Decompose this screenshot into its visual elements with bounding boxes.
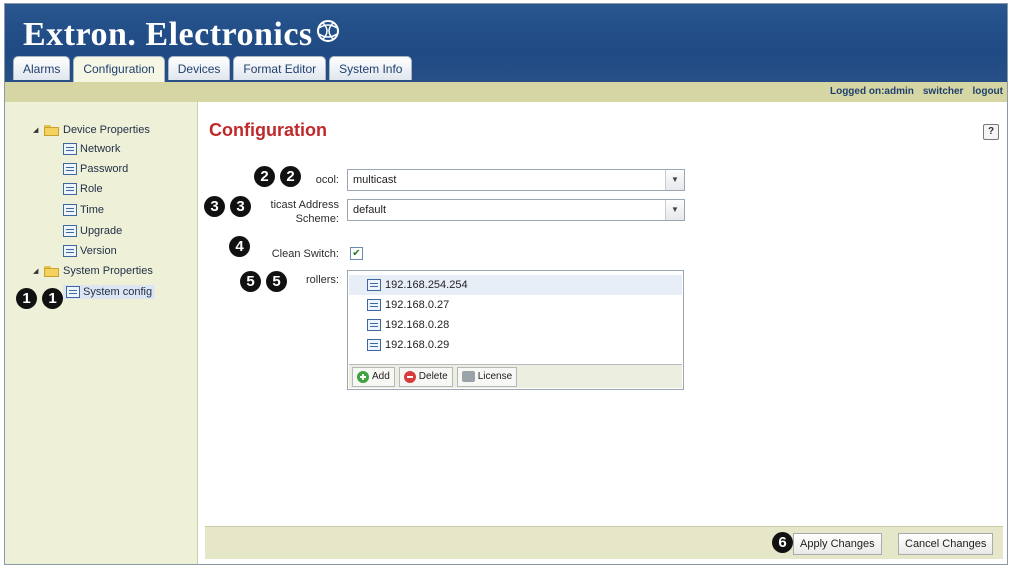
page-icon [367,319,381,331]
page-title: Configuration [209,120,327,140]
expand-arrow-icon: ◢ [33,268,39,275]
callout-3: 3 [230,196,251,217]
header-banner: Extron. Electronics Alarms Configuration… [5,4,1007,82]
protocol-select[interactable]: multicast ▼ [347,169,685,191]
tab-configuration[interactable]: Configuration [73,56,165,82]
callout-3: 3 [204,196,225,217]
delete-button[interactable]: Delete [398,366,453,387]
sidebar-item-role[interactable]: Role [63,183,103,195]
tree-node-system-properties[interactable]: ◢ System Properties [33,265,153,277]
cancel-changes-button[interactable]: Cancel Changes [898,533,994,555]
page-icon [63,225,77,237]
tab-format-editor[interactable]: Format Editor [233,56,327,80]
extron-globe-icon [316,20,339,42]
tab-devices[interactable]: Devices [167,56,231,80]
tab-system-info[interactable]: System Info [329,56,413,80]
callout-5: 5 [240,271,261,292]
callout-2: 2 [254,166,275,187]
page-icon [63,143,77,155]
sidebar-item-upgrade[interactable]: Upgrade [63,225,122,237]
page-icon [367,299,381,311]
sidebar-item-version[interactable]: Version [63,245,117,257]
multicast-scheme-select[interactable]: default ▼ [347,199,685,221]
clean-switch-label: Clean Switch: [271,248,339,260]
logout-link[interactable]: logout [972,86,1003,97]
callout-1: 1 [16,288,37,309]
folder-icon [44,124,60,136]
app-window: Extron. Electronics Alarms Configuration… [4,3,1008,565]
main-tabs: Alarms Configuration Devices Format Edit… [13,56,413,82]
expand-arrow-icon: ◢ [33,127,39,134]
controllers-list[interactable]: 192.168.254.254 192.168.0.27 192.168.0.2… [347,270,684,390]
clean-switch-checkbox[interactable]: ✔ [350,247,363,260]
page-icon [367,339,381,351]
page-icon [367,279,381,291]
chevron-down-icon[interactable]: ▼ [665,200,684,220]
callout-4: 4 [229,236,250,257]
sidebar-item-time[interactable]: Time [63,204,104,216]
device-name: switcher [922,86,964,97]
list-item[interactable]: 192.168.0.29 [349,335,682,355]
folder-icon [44,265,60,277]
list-item[interactable]: 192.168.0.27 [349,295,682,315]
add-button[interactable]: Add [352,366,395,387]
callout-6: 6 [772,532,793,553]
apply-changes-button[interactable]: Apply Changes [793,533,882,555]
list-item[interactable]: 192.168.254.254 [349,275,682,295]
license-icon [461,371,475,382]
sidebar-item-network[interactable]: Network [63,143,120,155]
page-icon [63,204,77,216]
page-icon [63,245,77,257]
page-icon [66,286,80,298]
controllers-label: rollers: [305,274,339,286]
callout-5: 5 [266,271,287,292]
callout-2: 2 [280,166,301,187]
license-button[interactable]: License [456,366,518,387]
action-bar: Apply Changes Cancel Changes [205,526,1003,559]
protocol-label: ocol: [315,174,339,186]
add-icon [357,370,369,383]
brand-logo: Extron. Electronics [23,16,341,54]
list-item[interactable]: 192.168.0.28 [349,315,682,335]
multicast-address-scheme-label: ticast Address Scheme: [270,199,339,225]
session-bar: Logged on:admin switcher logout [5,82,1007,102]
tree-node-device-properties[interactable]: ◢ Device Properties [33,124,150,136]
tab-alarms[interactable]: Alarms [13,56,71,80]
sidebar-item-system-config[interactable]: System config [63,285,156,299]
page-icon [63,183,77,195]
sidebar-tree: ◢ Device Properties Network Password Rol… [5,102,198,564]
checkmark-icon: ✔ [352,248,361,259]
sidebar-item-password[interactable]: Password [63,163,128,175]
callout-1: 1 [42,288,63,309]
controllers-toolbar: Add Delete License [349,364,682,388]
main-panel: Configuration ? ocol: multicast ▼ ticast… [197,102,1007,564]
chevron-down-icon[interactable]: ▼ [665,170,684,190]
page-icon [63,163,77,175]
help-icon[interactable]: ? [983,124,999,140]
logged-on-user: Logged on:admin [829,86,914,97]
delete-icon [403,370,416,383]
